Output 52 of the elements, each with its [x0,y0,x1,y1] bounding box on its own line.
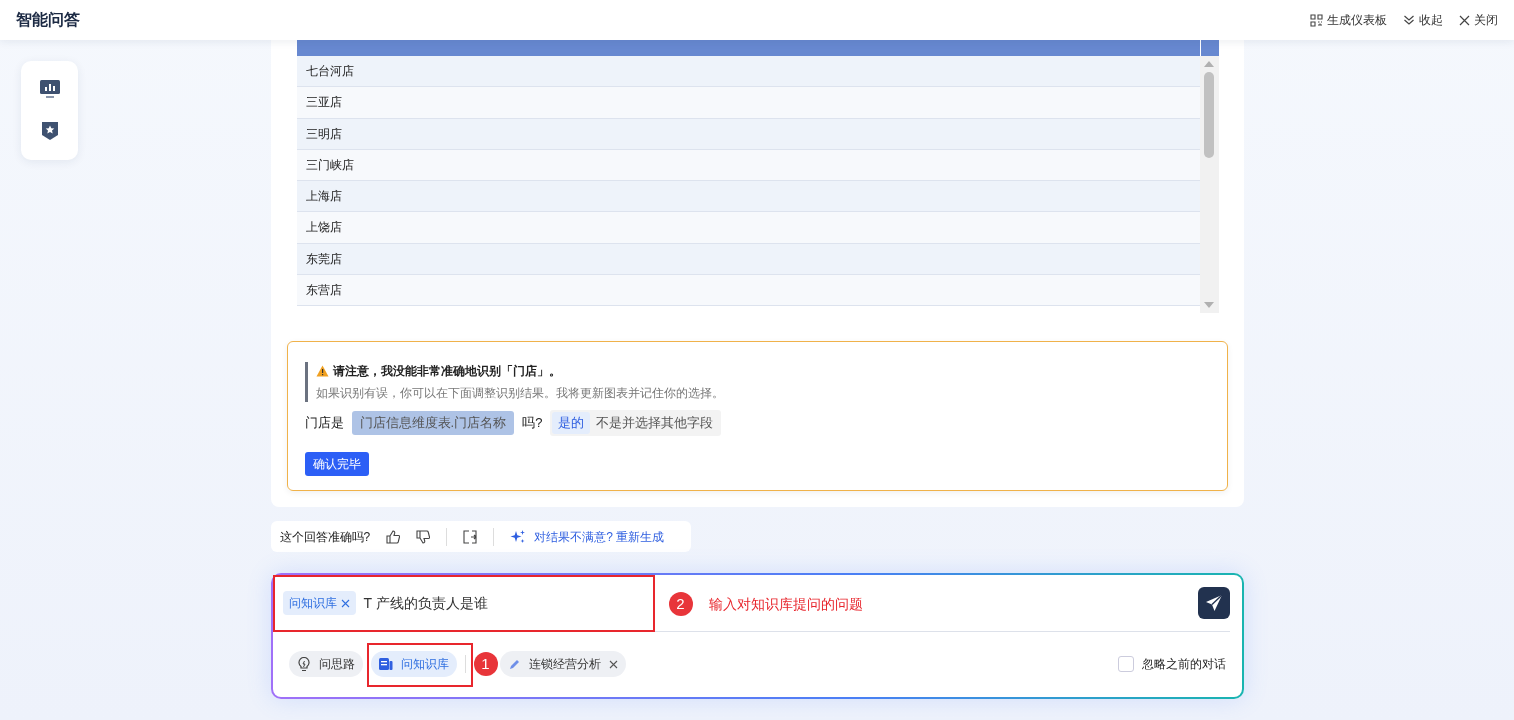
header-action[interactable]: 关闭 [1459,11,1498,29]
option-button[interactable]: 是的 [552,412,591,434]
table-cell: 上饶店 [296,212,1200,244]
export-icon[interactable] [463,529,478,544]
header-action[interactable]: 收起 [1403,11,1443,29]
table-cell: 七台河店 [296,56,1200,88]
pencil-icon [507,657,521,671]
step-number: 2 [668,592,693,616]
lightbulb-icon [296,656,311,672]
table-cell: 东营店 [296,275,1200,307]
checkbox[interactable] [1117,656,1134,672]
star-badge-icon[interactable] [40,121,59,141]
document-icon [378,657,393,671]
option-button[interactable]: 不是并选择其他字段 [590,412,720,434]
chevron-double-down-icon [1403,14,1415,26]
regenerate-link[interactable]: 对结果不满意? 重新生成 [534,527,665,546]
close-icon[interactable] [340,598,350,608]
table-cell: 三门峡店 [296,149,1200,182]
feedback-question: 这个回答准确吗? [279,528,371,546]
header-action[interactable]: 生成仪表板 [1310,11,1387,29]
thumbs-up-icon[interactable] [386,529,401,544]
warning-icon [315,365,329,377]
sparkle-icon [510,528,527,545]
question-text: 门店是 [304,414,344,432]
table-cell: 东莞店 [296,243,1200,276]
confirm-button[interactable]: 确认完毕 [304,451,369,476]
mode-chip[interactable]: 连锁经营分析 [499,651,626,677]
table-cell: 三亚店 [296,87,1200,119]
question-text: T 产线的负责人是谁 [363,593,488,613]
step-number: 1 [473,652,498,676]
scrollbar-thumb[interactable] [1204,72,1214,158]
send-icon [1204,594,1223,612]
question-input[interactable]: 问知识库 T 产线的负责人是谁 [282,583,643,623]
checkbox-label: 忽略之前的对话 [1141,656,1226,673]
notice-title: 请注意，我没能非常准确地识别「门店」。 [332,363,561,380]
close-icon [1459,14,1470,26]
annotation-text: 输入对知识库提问的问题 [708,594,863,614]
mode-tag: 问知识库 [282,591,356,615]
notice-text: 如果识别有误，你可以在下面调整识别结果。我将更新图表并记住你的选择。 [315,385,725,402]
window-title: 智能问答 [16,10,80,30]
mode-chip[interactable]: 问思路 [288,651,363,677]
mode-chip[interactable]: 问知识库 [370,651,457,677]
thumbs-down-icon[interactable] [416,529,431,544]
question-text: 吗? [522,414,543,432]
send-button[interactable] [1197,587,1230,619]
field-tag[interactable]: 门店信息维度表.门店名称 [351,411,515,435]
scrollbar[interactable] [1199,56,1219,313]
table-cell: 三明店 [296,118,1200,150]
dashboard-icon [1310,13,1323,27]
close-icon[interactable] [608,659,618,669]
chart-monitor-icon[interactable] [39,80,60,99]
table-cell: 上海店 [296,181,1200,213]
